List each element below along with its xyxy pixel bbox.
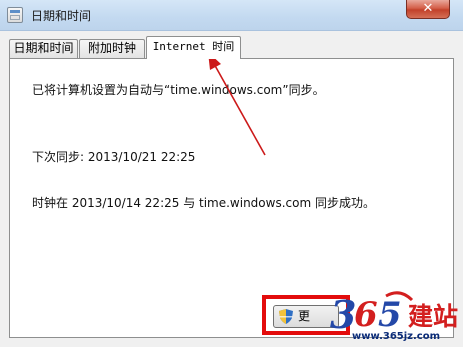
svg-text:5: 5 [378, 295, 402, 335]
window-title: 日期和时间 [31, 9, 92, 23]
tab-additional-clocks[interactable]: 附加时钟 [79, 39, 145, 58]
tab-date-time[interactable]: 日期和时间 [9, 39, 78, 58]
title-bar: 日期和时间 ✕ [0, 0, 463, 31]
last-sync-result-text: 时钟在 2013/10/14 22:25 与 time.windows.com … [32, 196, 375, 210]
svg-text:建站: 建站 [408, 302, 458, 331]
tab-internet-time[interactable]: Internet 时间 [146, 36, 241, 59]
close-button[interactable]: ✕ [406, 0, 450, 19]
svg-text:6: 6 [354, 295, 378, 335]
sync-status-text: 已将计算机设置为自动与“time.windows.com”同步。 [32, 83, 325, 97]
next-sync-text: 下次同步: 2013/10/21 22:25 [32, 150, 196, 164]
calendar-clock-icon [7, 7, 23, 23]
watermark-url: www.365jz.com [352, 331, 441, 342]
